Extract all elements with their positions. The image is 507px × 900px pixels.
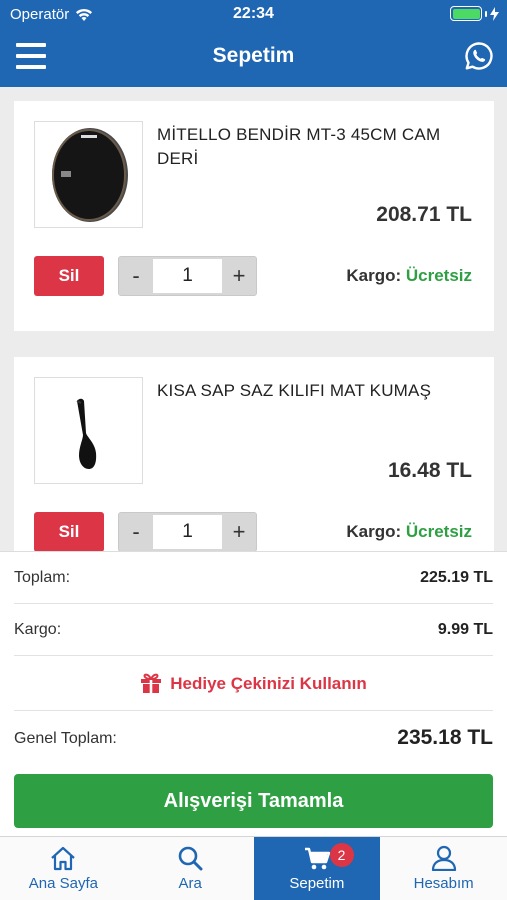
cart-item: MİTELLO BENDİR MT-3 45CM CAM DERİ 208.71… bbox=[14, 101, 494, 331]
product-image[interactable] bbox=[34, 121, 143, 228]
product-price: 208.71 TL bbox=[376, 203, 472, 226]
tab-cart[interactable]: 2 Sepetim bbox=[253, 837, 381, 900]
top-bar: Operatör 22:34 Sepetim bbox=[0, 0, 507, 87]
cart-item: KISA SAP SAZ KILIFI MAT KUMAŞ 16.48 TL S… bbox=[14, 357, 494, 557]
search-icon bbox=[178, 846, 203, 871]
gift-icon bbox=[141, 673, 162, 693]
shipping-value: Ücretsiz bbox=[405, 266, 472, 285]
subtotal-row: Toplam: 225.19 TL bbox=[14, 552, 493, 604]
quantity-stepper: - 1 + bbox=[118, 256, 257, 296]
shipping-value: Ücretsiz bbox=[405, 522, 472, 541]
quantity-stepper: - 1 + bbox=[118, 512, 257, 552]
tab-bar: Ana Sayfa Ara 2 Sepetim Hesabım bbox=[0, 836, 507, 900]
grand-total-label: Genel Toplam: bbox=[14, 730, 117, 747]
tab-label: Ana Sayfa bbox=[28, 875, 98, 892]
product-price: 16.48 TL bbox=[387, 459, 472, 482]
quantity-field[interactable]: 1 bbox=[153, 515, 222, 549]
increase-button[interactable]: + bbox=[222, 513, 256, 551]
product-name[interactable]: KISA SAP SAZ KILIFI MAT KUMAŞ bbox=[157, 379, 477, 403]
checkout-button[interactable]: Alışverişi Tamamla bbox=[14, 774, 493, 828]
decrease-button[interactable]: - bbox=[119, 513, 153, 551]
tab-account[interactable]: Hesabım bbox=[380, 837, 507, 900]
page-title: Sepetim bbox=[212, 44, 295, 67]
shipping-row: Kargo: 9.99 TL bbox=[14, 604, 493, 656]
shipping-label: Kargo: bbox=[346, 266, 402, 285]
tab-label: Sepetim bbox=[289, 875, 345, 892]
home-icon bbox=[51, 846, 76, 871]
cart-icon bbox=[304, 847, 331, 870]
product-name[interactable]: MİTELLO BENDİR MT-3 45CM CAM DERİ bbox=[157, 123, 477, 171]
shipping-label: Kargo: bbox=[346, 522, 402, 541]
nav-bar: Sepetim bbox=[0, 30, 507, 87]
decrease-button[interactable]: - bbox=[119, 257, 153, 295]
subtotal-value: 225.19 TL bbox=[420, 569, 493, 586]
grand-total-row: Genel Toplam: 235.18 TL bbox=[14, 711, 493, 767]
battery-icon bbox=[450, 6, 499, 21]
shipping-cost-label: Kargo: bbox=[14, 621, 62, 638]
product-image[interactable] bbox=[34, 377, 143, 484]
quantity-field[interactable]: 1 bbox=[153, 259, 222, 293]
remove-button[interactable]: Sil bbox=[34, 512, 104, 552]
user-icon bbox=[431, 845, 456, 871]
gift-voucher-label: Hediye Çekinizi Kullanın bbox=[170, 674, 367, 693]
clock: 22:34 bbox=[233, 5, 274, 22]
gift-voucher-row: Hediye Çekinizi Kullanın bbox=[14, 656, 493, 711]
whatsapp-icon[interactable] bbox=[464, 41, 494, 71]
tab-search[interactable]: Ara bbox=[127, 837, 254, 900]
shipping-cost-value: 9.99 TL bbox=[437, 621, 493, 638]
remove-button[interactable]: Sil bbox=[34, 256, 104, 296]
gift-voucher-link[interactable]: Hediye Çekinizi Kullanın bbox=[14, 673, 493, 694]
charging-bolt-icon bbox=[490, 6, 499, 21]
order-summary: Toplam: 225.19 TL Kargo: 9.99 TL Hediye … bbox=[0, 551, 507, 836]
shipping-info: Kargo: Ücretsiz bbox=[346, 522, 472, 542]
tab-label: Ara bbox=[178, 875, 202, 892]
shipping-info: Kargo: Ücretsiz bbox=[346, 266, 472, 286]
tab-home[interactable]: Ana Sayfa bbox=[0, 837, 127, 900]
grand-total-value: 235.18 TL bbox=[397, 726, 493, 749]
tab-label: Hesabım bbox=[413, 875, 474, 892]
increase-button[interactable]: + bbox=[222, 257, 256, 295]
subtotal-label: Toplam: bbox=[14, 569, 71, 586]
cart-count-badge: 2 bbox=[329, 843, 354, 867]
status-bar: Operatör 22:34 bbox=[0, 0, 507, 30]
